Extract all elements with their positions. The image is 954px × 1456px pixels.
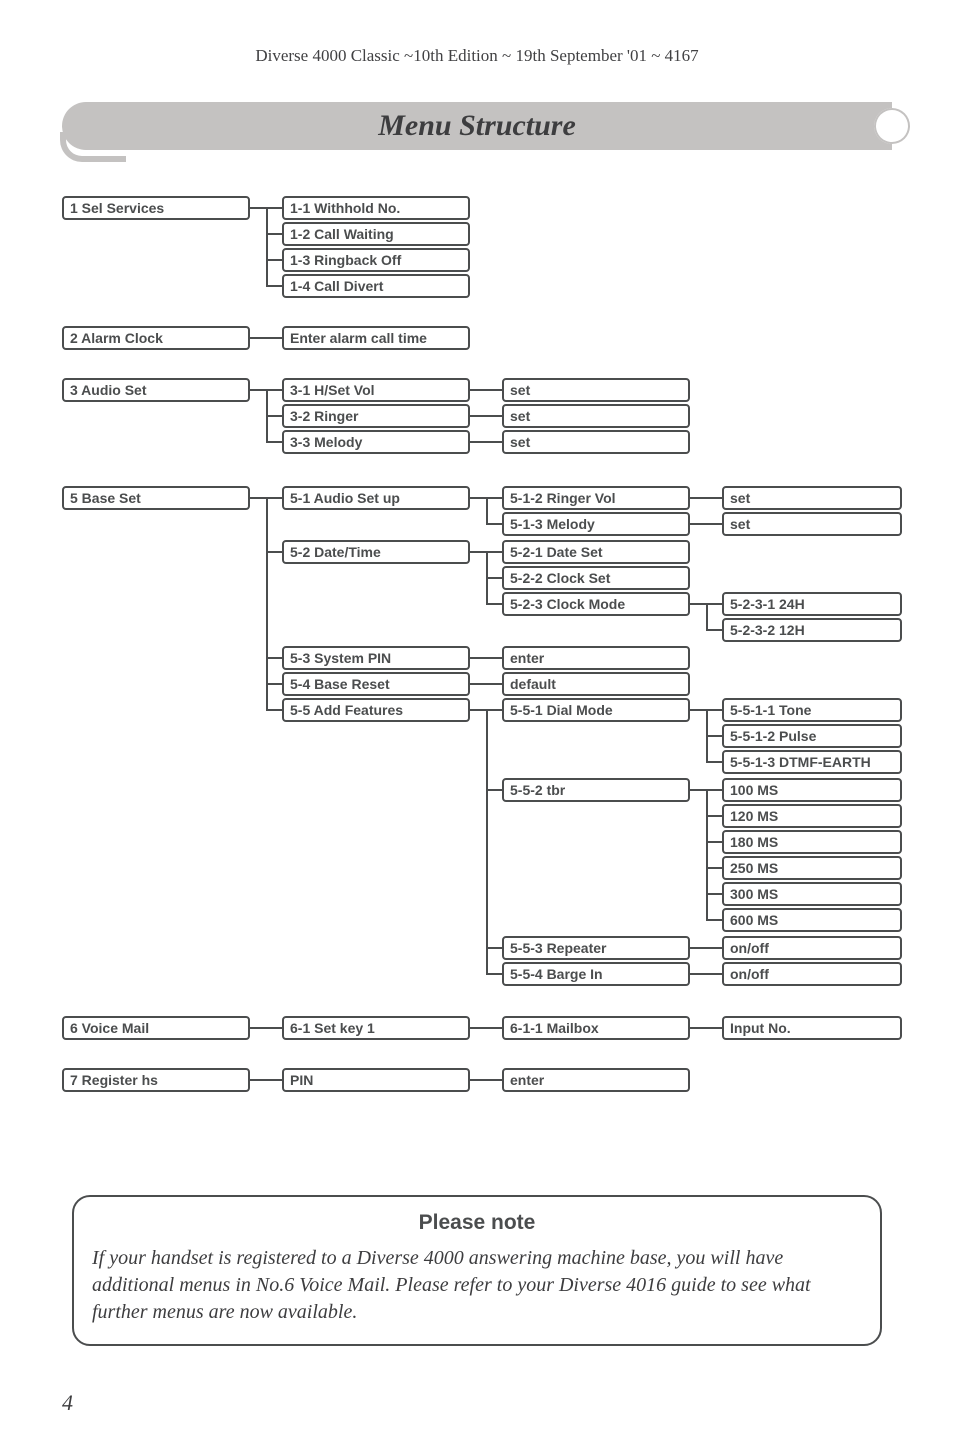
please-note-title: Please note [92, 1211, 862, 1235]
menu-1-3: 1-3 Ringback Off [282, 248, 470, 272]
menu-7-enter: enter [502, 1068, 690, 1092]
menu-5-5-1-3: 5-5-1-3 DTMF-EARTH [722, 750, 902, 774]
menu-3-1-set: set [502, 378, 690, 402]
menu-5-5-2-250: 250 MS [722, 856, 902, 880]
please-note-body: If your handset is registered to a Diver… [92, 1245, 862, 1326]
menu-5-5-2-180: 180 MS [722, 830, 902, 854]
menu-1-4: 1-4 Call Divert [282, 274, 470, 298]
menu-5-1-3-set: set [722, 512, 902, 536]
menu-5-2-1: 5-2-1 Date Set [502, 540, 690, 564]
menu-5-5-3-onoff: on/off [722, 936, 902, 960]
menu-5-2: 5-2 Date/Time [282, 540, 470, 564]
menu-tree: 1 Sel Services 1-1 Withhold No. 1-2 Call… [0, 196, 954, 1236]
menu-3-audio: 3 Audio Set [62, 378, 250, 402]
menu-5-5-3: 5-5-3 Repeater [502, 936, 690, 960]
menu-7-pin: PIN [282, 1068, 470, 1092]
menu-5-1: 5-1 Audio Set up [282, 486, 470, 510]
please-note-panel: Please note If your handset is registere… [72, 1195, 882, 1346]
menu-7-register: 7 Register hs [62, 1068, 250, 1092]
menu-1-1: 1-1 Withhold No. [282, 196, 470, 220]
menu-5-5-4: 5-5-4 Barge In [502, 962, 690, 986]
menu-6-1: 6-1 Set key 1 [282, 1016, 470, 1040]
menu-5-1-2-set: set [722, 486, 902, 510]
menu-3-2: 3-2 Ringer [282, 404, 470, 428]
menu-5-2-3-2: 5-2-3-2 12H [722, 618, 902, 642]
menu-5-2-2: 5-2-2 Clock Set [502, 566, 690, 590]
page-title: Menu Structure [378, 109, 576, 143]
menu-5-5-2-100: 100 MS [722, 778, 902, 802]
menu-3-3: 3-3 Melody [282, 430, 470, 454]
menu-5-5-4-onoff: on/off [722, 962, 902, 986]
menu-5-4: 5-4 Base Reset [282, 672, 470, 696]
page-number: 4 [62, 1390, 73, 1416]
menu-1-2: 1-2 Call Waiting [282, 222, 470, 246]
menu-5-base: 5 Base Set [62, 486, 250, 510]
doc-header: Diverse 4000 Classic ~10th Edition ~ 19t… [0, 0, 954, 66]
menu-5-2-3-1: 5-2-3-1 24H [722, 592, 902, 616]
menu-5-5-1: 5-5-1 Dial Mode [502, 698, 690, 722]
menu-6-voicemail: 6 Voice Mail [62, 1016, 250, 1040]
menu-5-5-2: 5-5-2 tbr [502, 778, 690, 802]
menu-3-3-set: set [502, 430, 690, 454]
menu-5-3-enter: enter [502, 646, 690, 670]
menu-2-enter: Enter alarm call time [282, 326, 470, 350]
menu-1-sel-services: 1 Sel Services [62, 196, 250, 220]
menu-5-5: 5-5 Add Features [282, 698, 470, 722]
menu-5-1-2: 5-1-2 Ringer Vol [502, 486, 690, 510]
menu-3-1: 3-1 H/Set Vol [282, 378, 470, 402]
menu-5-5-2-120: 120 MS [722, 804, 902, 828]
menu-5-5-1-1: 5-5-1-1 Tone [722, 698, 902, 722]
menu-2-alarm: 2 Alarm Clock [62, 326, 250, 350]
menu-3-2-set: set [502, 404, 690, 428]
page-title-bar: Menu Structure [62, 102, 892, 150]
menu-5-4-default: default [502, 672, 690, 696]
menu-5-5-2-300: 300 MS [722, 882, 902, 906]
menu-5-1-3: 5-1-3 Melody [502, 512, 690, 536]
menu-6-1-1: 6-1-1 Mailbox [502, 1016, 690, 1040]
menu-5-2-3: 5-2-3 Clock Mode [502, 592, 690, 616]
menu-5-5-1-2: 5-5-1-2 Pulse [722, 724, 902, 748]
menu-5-5-2-600: 600 MS [722, 908, 902, 932]
menu-6-input: Input No. [722, 1016, 902, 1040]
menu-5-3: 5-3 System PIN [282, 646, 470, 670]
